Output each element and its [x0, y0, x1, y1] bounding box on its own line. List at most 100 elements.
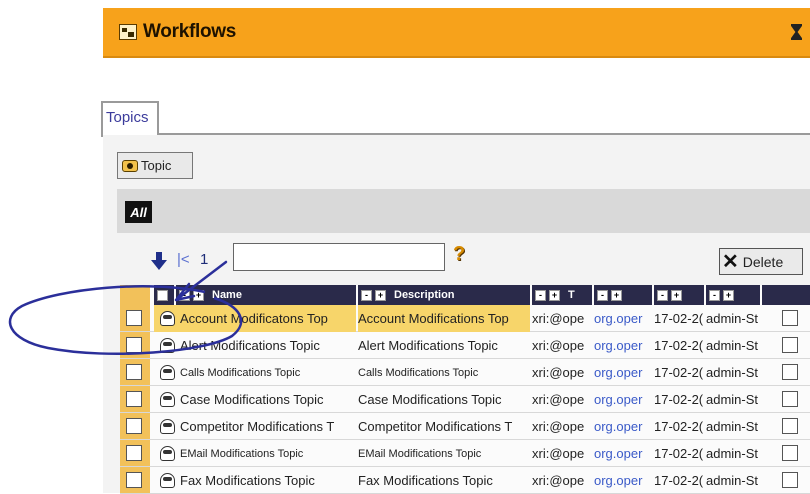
org-link[interactable]: org.oper: [594, 413, 652, 440]
xri-cell: xri:@ope: [532, 473, 585, 488]
name-cell[interactable]: EMail Modifications Topic: [154, 440, 356, 467]
name-text: Competitor Modifications T: [180, 419, 335, 434]
hourglass-icon: [791, 24, 802, 40]
expand-icon[interactable]: +: [375, 289, 386, 301]
name-text: Alert Modifications Topic: [180, 338, 320, 353]
column-header-name[interactable]: - + Name: [176, 285, 356, 305]
name-text: Fax Modifications Topic: [180, 473, 315, 488]
column-header-4[interactable]: - +: [594, 285, 652, 305]
window-title: Workflows: [143, 21, 237, 42]
row-select-box[interactable]: [782, 364, 798, 380]
row-select-box[interactable]: [782, 391, 798, 407]
expand-icon[interactable]: +: [549, 289, 560, 301]
all-filter-button[interactable]: All: [125, 201, 152, 223]
owner-cell: admin-St: [706, 311, 759, 326]
expand-icon[interactable]: +: [193, 289, 204, 301]
column-label-3: T: [568, 289, 575, 301]
row-select-box[interactable]: [782, 445, 798, 461]
org-link[interactable]: org.oper: [594, 467, 652, 494]
expand-icon[interactable]: +: [723, 289, 734, 301]
row-select-box[interactable]: [782, 418, 798, 434]
topic-row-icon: [160, 446, 175, 461]
tab-topics[interactable]: Topics: [101, 101, 159, 137]
description-cell: Case Modifications Topic: [358, 392, 502, 407]
xri-cell: xri:@ope: [532, 365, 585, 380]
collapse-icon[interactable]: -: [657, 289, 668, 301]
row-checkbox[interactable]: [126, 364, 142, 380]
topic-row-icon: [160, 365, 175, 380]
header-icon-col: [154, 285, 174, 305]
collapse-icon[interactable]: -: [709, 289, 720, 301]
row-checkbox[interactable]: [126, 391, 142, 407]
column-label-name: Name: [212, 289, 242, 301]
row-checkbox[interactable]: [126, 472, 142, 488]
row-checkbox[interactable]: [126, 310, 142, 326]
sort-down-icon[interactable]: [151, 252, 167, 270]
table-row[interactable]: Fax Modifications Topic Fax Modification…: [120, 467, 810, 494]
table-row[interactable]: Calls Modifications Topic Calls Modifica…: [120, 359, 810, 386]
delete-label: Delete: [742, 253, 784, 270]
date-cell: 17-02-2(: [654, 473, 704, 488]
description-cell: Calls Modifications Topic: [358, 366, 479, 379]
xri-cell: xri:@ope: [532, 419, 585, 434]
first-page-icon[interactable]: |<: [177, 252, 191, 268]
window-titlebar: Workflows: [103, 8, 810, 58]
table-row[interactable]: Alert Modifications Topic Alert Modifica…: [120, 332, 810, 359]
xri-cell: xri:@ope: [532, 446, 585, 461]
description-cell: Fax Modifications Topic: [358, 473, 493, 488]
description-cell: Account Modifications Top: [358, 305, 530, 332]
name-cell[interactable]: Account Modificatons Top: [154, 305, 356, 332]
column-header-description[interactable]: - + Description: [358, 285, 530, 305]
column-header-7: [762, 285, 810, 305]
column-header-6[interactable]: - +: [706, 285, 760, 305]
date-cell: 17-02-2(: [654, 338, 704, 353]
column-header-3[interactable]: - + T: [532, 285, 592, 305]
table-row[interactable]: EMail Modifications Topic EMail Modifica…: [120, 440, 810, 467]
expand-icon[interactable]: +: [611, 289, 622, 301]
name-cell[interactable]: Case Modifications Topic: [154, 386, 356, 413]
xri-cell: xri:@ope: [532, 338, 585, 353]
page-number: 1: [200, 251, 209, 268]
row-select-box[interactable]: [782, 472, 798, 488]
collapse-icon[interactable]: -: [535, 289, 546, 301]
column-label-description: Description: [394, 289, 455, 301]
date-cell: 17-02-2(: [654, 392, 704, 407]
page-search-input[interactable]: [233, 243, 445, 271]
xri-cell: xri:@ope: [532, 311, 585, 326]
expand-icon[interactable]: +: [671, 289, 682, 301]
table-row[interactable]: Case Modifications Topic Case Modificati…: [120, 386, 810, 413]
delete-button[interactable]: ✕ Delete: [719, 248, 803, 275]
header-toggle[interactable]: [157, 289, 168, 301]
name-text: Case Modifications Topic: [180, 392, 324, 407]
row-checkbox[interactable]: [126, 418, 142, 434]
row-checkbox[interactable]: [126, 445, 142, 461]
xri-cell: xri:@ope: [532, 392, 585, 407]
new-topic-label: Topic: [141, 158, 172, 173]
collapse-icon[interactable]: -: [179, 289, 190, 301]
filter-strip: All: [117, 189, 810, 233]
org-link[interactable]: org.oper: [594, 440, 652, 467]
name-cell[interactable]: Calls Modifications Topic: [154, 359, 356, 386]
table-row[interactable]: Competitor Modifications T Competitor Mo…: [120, 413, 810, 440]
name-cell[interactable]: Competitor Modifications T: [154, 413, 356, 440]
org-link[interactable]: org.oper: [594, 332, 652, 359]
collapse-icon[interactable]: -: [361, 289, 372, 301]
owner-cell: admin-St: [706, 419, 759, 434]
org-link[interactable]: org.oper: [594, 305, 652, 332]
owner-cell: admin-St: [706, 365, 759, 380]
column-header-5[interactable]: - +: [654, 285, 704, 305]
new-topic-button[interactable]: Topic: [117, 152, 193, 179]
collapse-icon[interactable]: -: [597, 289, 608, 301]
row-select-box[interactable]: [782, 337, 798, 353]
topic-row-icon: [160, 419, 175, 434]
row-checkbox[interactable]: [126, 337, 142, 353]
name-cell[interactable]: Alert Modifications Topic: [154, 332, 356, 359]
table-row[interactable]: Account Modificatons Top Account Modific…: [120, 305, 810, 332]
name-cell[interactable]: Fax Modifications Topic: [154, 467, 356, 494]
date-cell: 17-02-2(: [654, 365, 704, 380]
org-link[interactable]: org.oper: [594, 359, 652, 386]
help-icon[interactable]: ?: [453, 243, 465, 266]
owner-cell: admin-St: [706, 392, 759, 407]
org-link[interactable]: org.oper: [594, 386, 652, 413]
row-select-box[interactable]: [782, 310, 798, 326]
